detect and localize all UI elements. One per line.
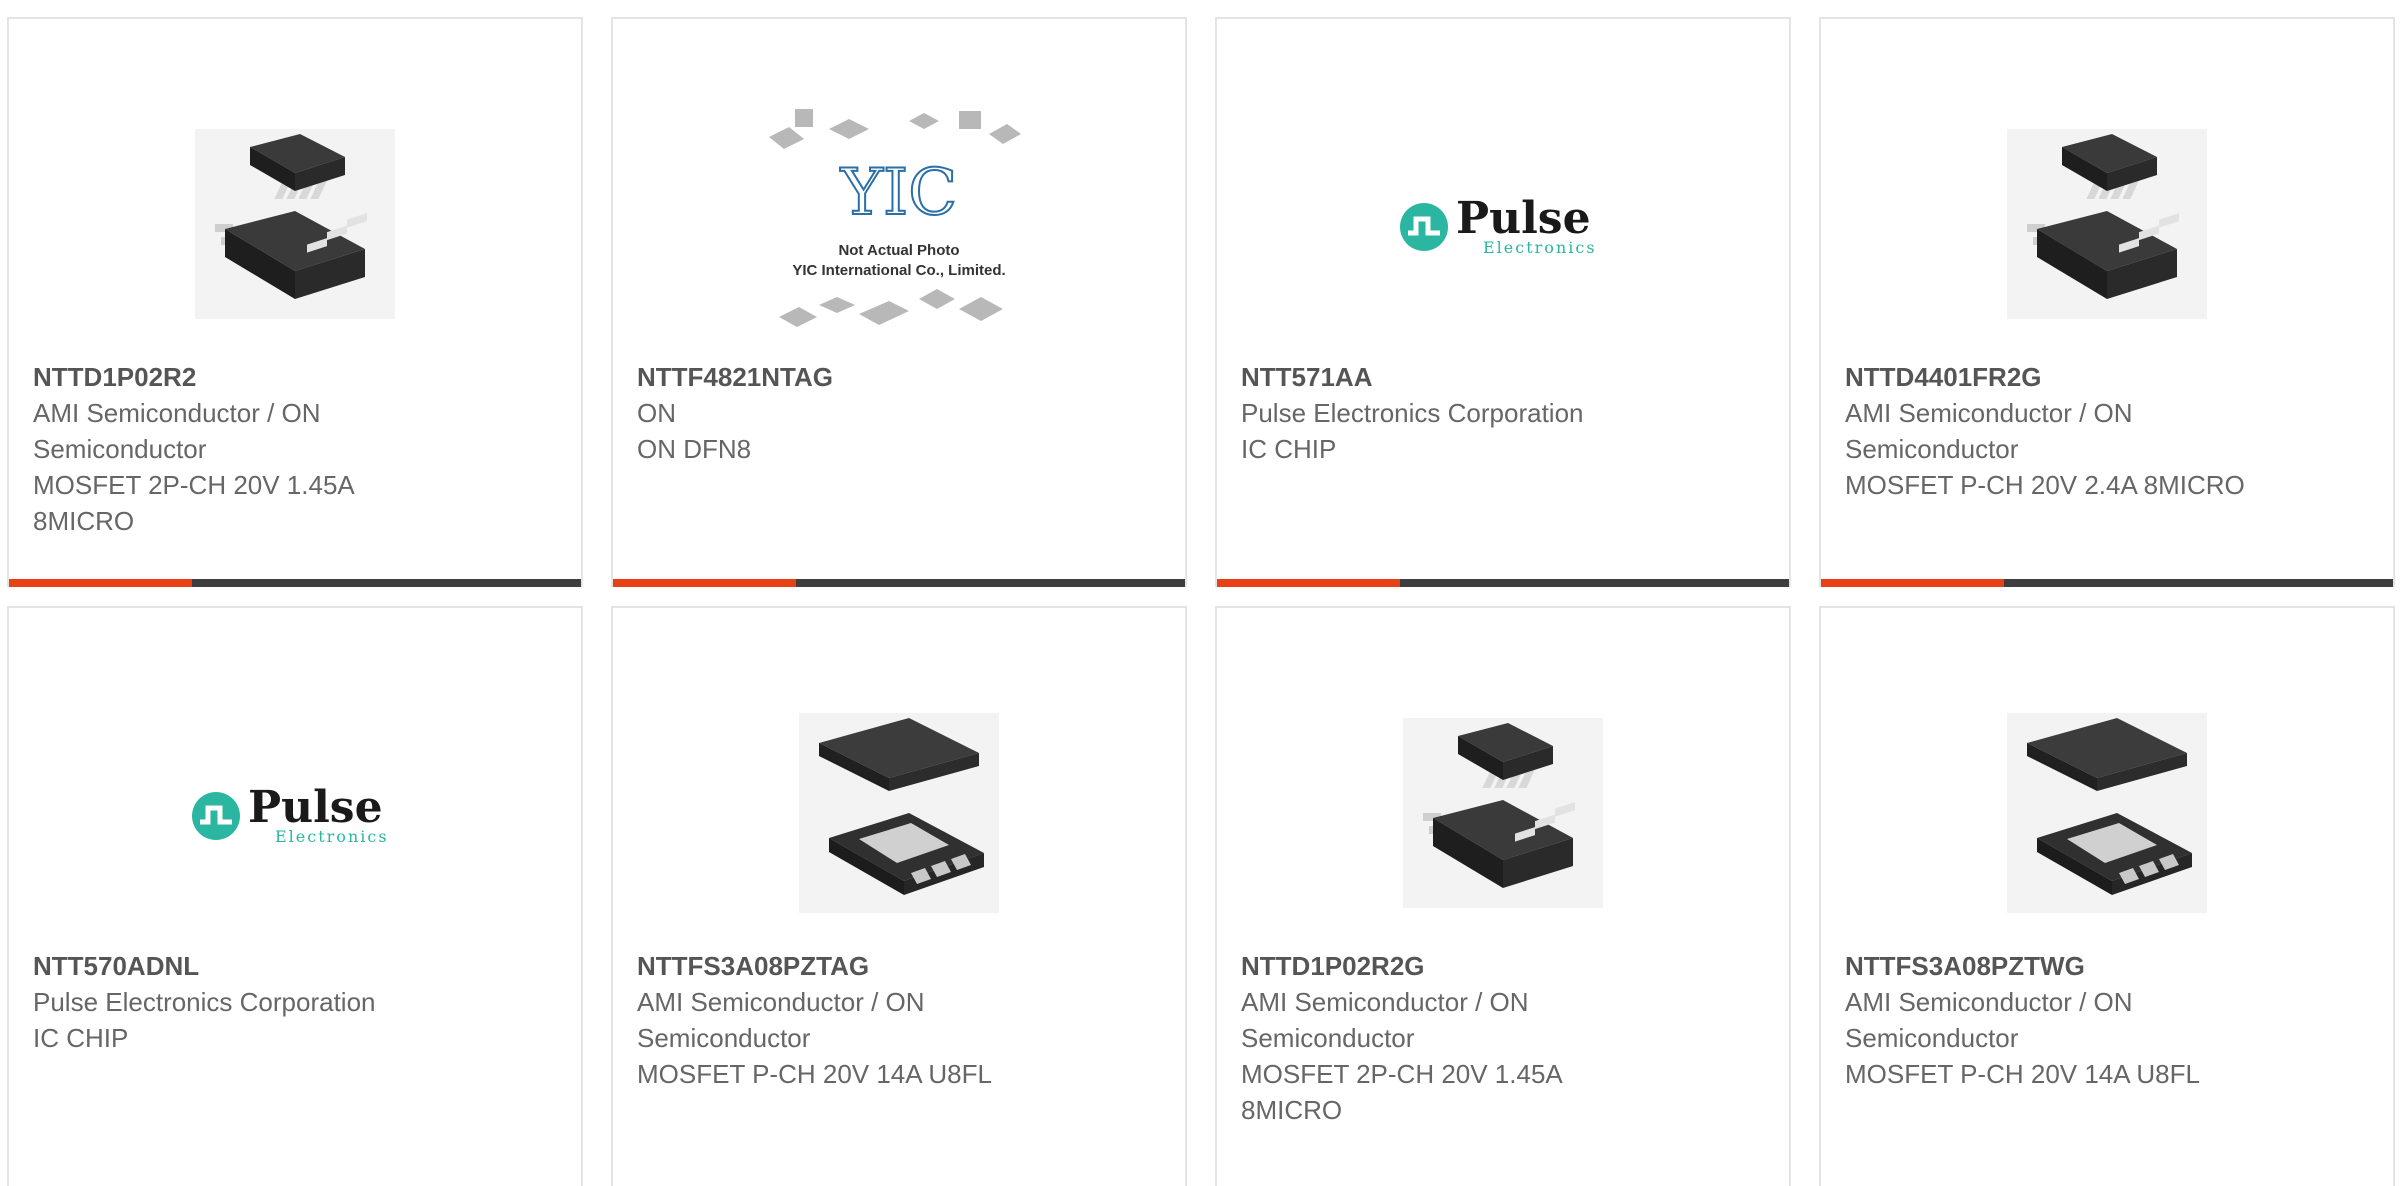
card-accent (613, 579, 796, 587)
msop8-chip-icon (1403, 718, 1603, 908)
description: MOSFET P-CH 20V 14A U8FL (1845, 1059, 2200, 1089)
part-number[interactable]: NTT571AA (1241, 359, 1641, 395)
product-grid: NTTD1P02R2 AMI Semiconductor / ON Semico… (0, 0, 2400, 1186)
description: IC CHIP (33, 1023, 129, 1053)
product-card[interactable]: NTTD1P02R2 AMI Semiconductor / ON Semico… (7, 17, 583, 587)
product-card[interactable]: NTTFS3A08PZTWG AMI Semiconductor / ON Se… (1819, 606, 2395, 1186)
svg-text:Pulse: Pulse (248, 782, 383, 833)
placeholder-line2: YIC International Co., Limited. (792, 262, 1005, 279)
product-image[interactable]: YIC Not Actual Photo YIC International C… (613, 79, 1185, 369)
card-accent (1217, 579, 1400, 587)
pulse-logo-icon: Pulse Electronics (192, 782, 389, 846)
card-accent (1821, 579, 2004, 587)
u8fl-chip-icon (799, 713, 999, 913)
product-image[interactable]: Pulse Electronics (1217, 79, 1789, 369)
pulse-logo-icon: Pulse Electronics (1400, 193, 1597, 257)
description: MOSFET 2P-CH 20V 1.45A 8MICRO (33, 470, 354, 536)
product-image[interactable] (1821, 79, 2393, 369)
part-number[interactable]: NTT570ADNL (33, 948, 433, 984)
description: IC CHIP (1241, 434, 1337, 464)
svg-text:Electronics: Electronics (1483, 238, 1597, 257)
manufacturer: AMI Semiconductor / ON Semiconductor (1845, 398, 2133, 464)
product-card[interactable]: NTTFS3A08PZTAG AMI Semiconductor / ON Se… (611, 606, 1187, 1186)
product-card[interactable]: NTTD1P02R2G AMI Semiconductor / ON Semic… (1215, 606, 1791, 1186)
part-number[interactable]: NTTFS3A08PZTAG (637, 948, 1037, 984)
product-image[interactable] (613, 668, 1185, 958)
card-accent (9, 579, 192, 587)
product-card[interactable]: NTTD4401FR2G AMI Semiconductor / ON Semi… (1819, 17, 2395, 587)
manufacturer: AMI Semiconductor / ON Semiconductor (1845, 987, 2133, 1053)
product-image[interactable] (1217, 668, 1789, 958)
card-bottom-bar (613, 579, 1185, 587)
msop8-chip-icon (2007, 129, 2207, 319)
manufacturer: AMI Semiconductor / ON Semiconductor (33, 398, 321, 464)
product-card[interactable]: Pulse Electronics NTT571AA Pulse Electro… (1215, 17, 1791, 587)
card-bottom-bar (1821, 579, 2393, 587)
part-number[interactable]: NTTD1P02R2 (33, 359, 433, 395)
product-image[interactable] (9, 79, 581, 369)
manufacturer: AMI Semiconductor / ON Semiconductor (637, 987, 925, 1053)
product-image[interactable]: Pulse Electronics (9, 668, 581, 958)
msop8-chip-icon (195, 129, 395, 319)
description: MOSFET 2P-CH 20V 1.45A 8MICRO (1241, 1059, 1562, 1125)
u8fl-chip-icon (2007, 713, 2207, 913)
manufacturer: AMI Semiconductor / ON Semiconductor (1241, 987, 1529, 1053)
svg-text:Electronics: Electronics (275, 827, 389, 846)
yic-placeholder-icon: YIC Not Actual Photo YIC International C… (769, 109, 1021, 327)
card-bottom-bar (1217, 579, 1789, 587)
product-card[interactable]: Pulse Electronics NTT570ADNL Pulse Elect… (7, 606, 583, 1186)
svg-text:YIC: YIC (840, 156, 958, 230)
part-number[interactable]: NTTD4401FR2G (1845, 359, 2245, 395)
description: MOSFET P-CH 20V 2.4A 8MICRO (1845, 470, 2245, 500)
part-number[interactable]: NTTFS3A08PZTWG (1845, 948, 2245, 984)
part-number[interactable]: NTTD1P02R2G (1241, 948, 1641, 984)
svg-text:Pulse: Pulse (1456, 193, 1591, 244)
part-number[interactable]: NTTF4821NTAG (637, 359, 1037, 395)
placeholder-line1: Not Actual Photo (838, 242, 959, 259)
manufacturer: Pulse Electronics Corporation (33, 987, 376, 1017)
manufacturer: Pulse Electronics Corporation (1241, 398, 1584, 428)
manufacturer: ON (637, 398, 676, 428)
card-bottom-bar (9, 579, 581, 587)
description: MOSFET P-CH 20V 14A U8FL (637, 1059, 992, 1089)
description: ON DFN8 (637, 434, 752, 464)
product-card[interactable]: YIC Not Actual Photo YIC International C… (611, 17, 1187, 587)
product-image[interactable] (1821, 668, 2393, 958)
